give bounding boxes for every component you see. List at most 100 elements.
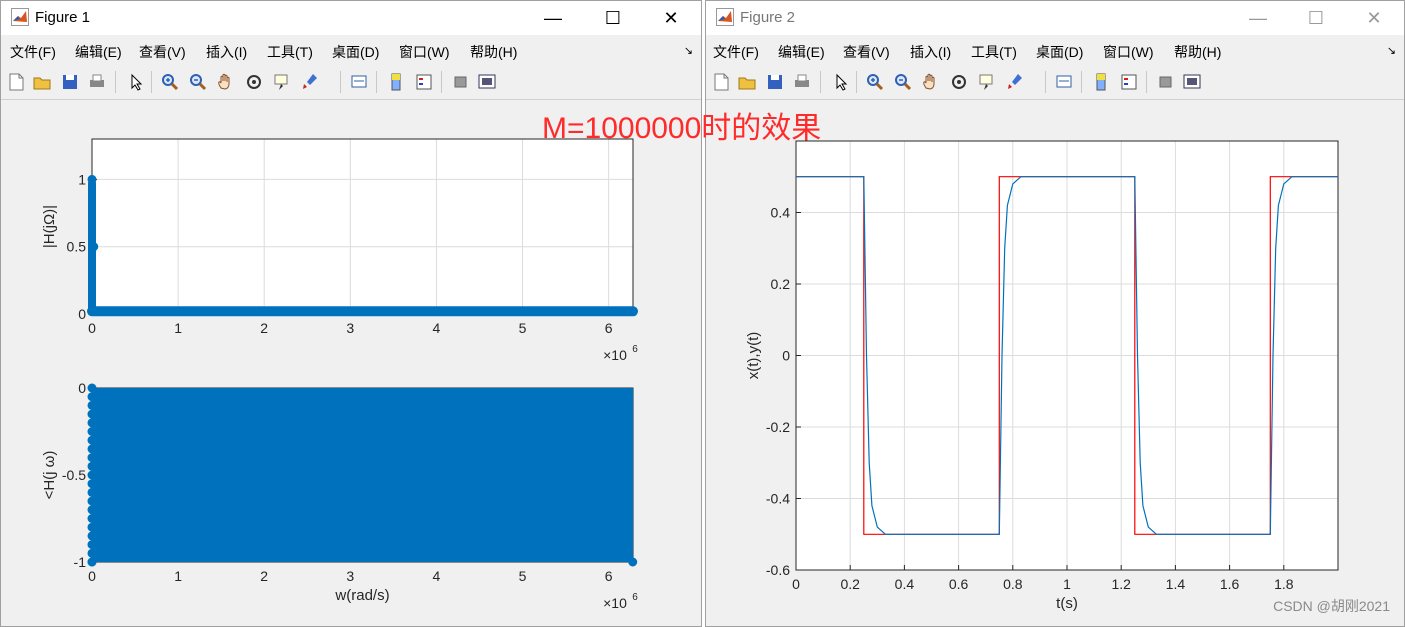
print-icon[interactable] bbox=[791, 71, 813, 93]
close-button[interactable]: ✕ bbox=[649, 5, 693, 31]
stem-marker bbox=[91, 306, 101, 316]
pointer-icon[interactable] bbox=[125, 71, 147, 93]
figure-2-window[interactable]: Figure 2 — ☐ ✕ 文件(F) 编辑(E) 查看(V) 插入(I) 工… bbox=[705, 0, 1405, 627]
save-icon[interactable] bbox=[764, 71, 786, 93]
menu-desktop[interactable]: 桌面(D) bbox=[332, 42, 379, 62]
stem-marker bbox=[87, 435, 97, 445]
figure1-axes[interactable]: 0 1 2 3 4 5 6 0 0.5 1 |H(jΩ)| ×10 6 0 1 2 3 4 5 6 -1 -0.5 0 <H… bbox=[1, 100, 702, 627]
menu-desktop[interactable]: 桌面(D) bbox=[1036, 42, 1083, 62]
stem-marker bbox=[87, 540, 97, 550]
dock-arrow-icon[interactable]: ↘ bbox=[1387, 44, 1396, 57]
new-figure-icon[interactable] bbox=[710, 71, 732, 93]
y-tick-label: 0.4 bbox=[771, 205, 791, 221]
menu-tools[interactable]: 工具(T) bbox=[971, 42, 1017, 62]
brush-icon[interactable] bbox=[299, 71, 321, 93]
x-tick-label: 1.8 bbox=[1274, 576, 1294, 592]
stem-marker bbox=[87, 531, 97, 541]
stem-marker bbox=[87, 427, 97, 436]
minimize-button[interactable]: — bbox=[1236, 5, 1280, 31]
plot-background bbox=[92, 139, 633, 314]
toolbar-separator bbox=[340, 71, 341, 93]
colorbar-icon[interactable] bbox=[1090, 71, 1112, 93]
minimize-button[interactable]: — bbox=[531, 5, 575, 31]
y-tick-label: 0 bbox=[782, 348, 790, 364]
data-cursor-icon[interactable] bbox=[976, 71, 998, 93]
x-tick-label: 5 bbox=[519, 320, 527, 336]
stem-marker bbox=[87, 514, 97, 523]
stem-marker bbox=[87, 548, 97, 558]
figure-toolbar bbox=[706, 65, 1404, 100]
print-icon[interactable] bbox=[86, 71, 108, 93]
pan-icon[interactable] bbox=[215, 71, 237, 93]
zoom-in-icon[interactable] bbox=[864, 71, 886, 93]
open-icon[interactable] bbox=[736, 71, 758, 93]
maximize-button[interactable]: ☐ bbox=[591, 5, 635, 31]
menu-view[interactable]: 查看(V) bbox=[139, 42, 186, 62]
title-bar[interactable]: Figure 2 — ☐ ✕ bbox=[706, 1, 1404, 35]
pan-icon[interactable] bbox=[920, 71, 942, 93]
stem-marker bbox=[87, 453, 97, 463]
toolbar-separator bbox=[1081, 71, 1082, 93]
menu-window[interactable]: 窗口(W) bbox=[399, 42, 450, 62]
x-exponent-power: 6 bbox=[632, 344, 638, 355]
toolbar-separator bbox=[151, 71, 152, 93]
toolbar-separator bbox=[115, 71, 116, 93]
legend-icon[interactable] bbox=[413, 71, 435, 93]
figure-1-window[interactable]: Figure 1 — ☐ ✕ 文件(F) 编辑(E) 查看(V) 插入(I) 工… bbox=[0, 0, 702, 627]
rotate-icon[interactable] bbox=[948, 71, 970, 93]
zoom-out-icon[interactable] bbox=[892, 71, 914, 93]
x-tick-label: 1.4 bbox=[1166, 576, 1186, 592]
menu-edit[interactable]: 编辑(E) bbox=[778, 42, 825, 62]
link-plot-icon[interactable] bbox=[1053, 71, 1075, 93]
x-tick-label: 0 bbox=[88, 320, 96, 336]
show-plot-tools-icon[interactable] bbox=[476, 71, 498, 93]
dock-arrow-icon[interactable]: ↘ bbox=[684, 44, 693, 57]
stem-marker bbox=[87, 505, 97, 515]
pointer-icon[interactable] bbox=[830, 71, 852, 93]
x-tick-label: 4 bbox=[433, 568, 441, 584]
y-tick-label: -1 bbox=[74, 554, 87, 570]
stem-marker bbox=[87, 496, 97, 506]
x-exponent-label: ×10 bbox=[603, 347, 627, 363]
menu-insert[interactable]: 插入(I) bbox=[206, 42, 247, 62]
title-bar[interactable]: Figure 1 — ☐ ✕ bbox=[1, 1, 701, 35]
x-tick-label: 4 bbox=[433, 320, 441, 336]
rotate-icon[interactable] bbox=[243, 71, 265, 93]
data-cursor-icon[interactable] bbox=[271, 71, 293, 93]
stem-marker bbox=[87, 392, 97, 402]
figure2-axes[interactable]: 0 0.2 0.4 0.6 0.8 1 1.2 1.4 1.6 1.8 -0.6 -0.4 -0.2 0 0… bbox=[706, 100, 1405, 627]
zoom-out-icon[interactable] bbox=[187, 71, 209, 93]
menu-window[interactable]: 窗口(W) bbox=[1103, 42, 1154, 62]
stem-marker bbox=[87, 418, 97, 428]
stem-marker bbox=[628, 557, 638, 567]
x-tick-label: 2 bbox=[260, 320, 268, 336]
menu-edit[interactable]: 编辑(E) bbox=[75, 42, 122, 62]
brush-icon[interactable] bbox=[1004, 71, 1026, 93]
zoom-in-icon[interactable] bbox=[159, 71, 181, 93]
menu-file[interactable]: 文件(F) bbox=[10, 42, 56, 62]
close-button[interactable]: ✕ bbox=[1352, 5, 1396, 31]
menu-help[interactable]: 帮助(H) bbox=[1174, 42, 1221, 62]
hide-plot-tools-icon[interactable] bbox=[1155, 71, 1177, 93]
x-tick-label: 0.4 bbox=[895, 576, 915, 592]
stem-marker bbox=[87, 400, 97, 410]
hide-plot-tools-icon[interactable] bbox=[450, 71, 472, 93]
maximize-button[interactable]: ☐ bbox=[1294, 5, 1338, 31]
stem-marker bbox=[87, 522, 97, 532]
menu-file[interactable]: 文件(F) bbox=[713, 42, 759, 62]
legend-icon[interactable] bbox=[1118, 71, 1140, 93]
x-tick-label: 3 bbox=[346, 568, 354, 584]
x-tick-label: 1.2 bbox=[1111, 576, 1131, 592]
link-plot-icon[interactable] bbox=[348, 71, 370, 93]
save-icon[interactable] bbox=[59, 71, 81, 93]
open-icon[interactable] bbox=[31, 71, 53, 93]
colorbar-icon[interactable] bbox=[385, 71, 407, 93]
new-figure-icon[interactable] bbox=[5, 71, 27, 93]
menu-help[interactable]: 帮助(H) bbox=[470, 42, 517, 62]
phase-stem-fill bbox=[92, 388, 633, 562]
matlab-logo-icon bbox=[11, 8, 29, 26]
show-plot-tools-icon[interactable] bbox=[1181, 71, 1203, 93]
menu-insert[interactable]: 插入(I) bbox=[910, 42, 951, 62]
menu-tools[interactable]: 工具(T) bbox=[267, 42, 313, 62]
menu-view[interactable]: 查看(V) bbox=[843, 42, 890, 62]
